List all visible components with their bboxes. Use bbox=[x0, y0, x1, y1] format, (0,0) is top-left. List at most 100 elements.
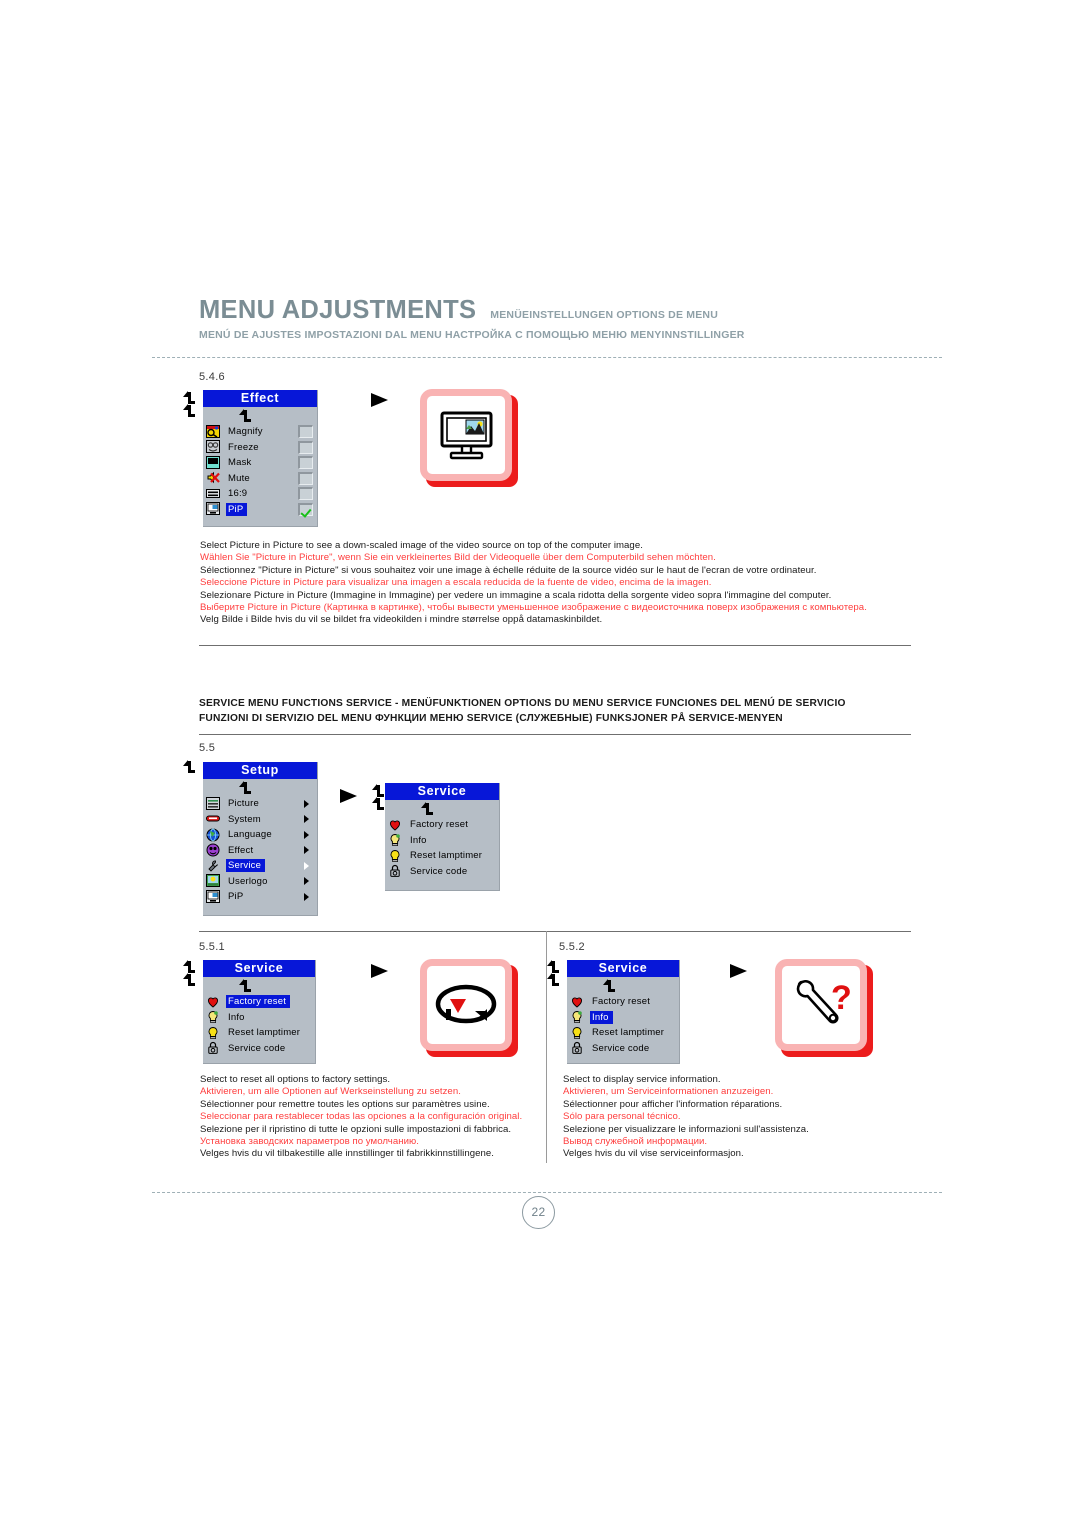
description-block-546: Select Picture in Picture to see a down-… bbox=[200, 540, 867, 627]
monitor-pip-icon bbox=[440, 411, 493, 460]
chevron-right-icon bbox=[304, 877, 309, 886]
divider-service-heading bbox=[199, 734, 911, 735]
osd-item-system[interactable]: System bbox=[203, 812, 317, 828]
description-line-it: Selezionare Picture in Picture (Immagine… bbox=[200, 589, 832, 601]
chevron-right-icon bbox=[304, 830, 309, 839]
osd-item-reset-lamptimer[interactable]: Reset lamptimer bbox=[385, 848, 499, 864]
return-arrow-icon[interactable] bbox=[371, 784, 384, 797]
flow-arrow-icon bbox=[371, 964, 388, 978]
description-line-fr: Sélectionner pour remettre toutes les op… bbox=[200, 1098, 490, 1110]
osd-item-service[interactable]: Service bbox=[203, 858, 317, 874]
osd-item-label: Factory reset bbox=[410, 819, 469, 831]
osd-item-label: Effect bbox=[228, 844, 254, 856]
osd-item-factory-reset[interactable]: Factory reset bbox=[203, 994, 315, 1010]
osd-item-reset-lamptimer[interactable]: Reset lamptimer bbox=[567, 1025, 679, 1041]
effect-icon bbox=[206, 843, 221, 857]
illustration-monitor-pip bbox=[420, 389, 518, 487]
description-line-de: Aktivieren, um alle Optionen auf Werksei… bbox=[200, 1086, 461, 1098]
header-primary-line: MENU ADJUSTMENTS MENÜEINSTELLUNGEN OPTIO… bbox=[199, 296, 911, 325]
lamptimer-icon bbox=[570, 1026, 585, 1040]
osd-item-picture[interactable]: Picture bbox=[203, 796, 317, 812]
divider-section-546-end bbox=[199, 645, 911, 646]
description-line-en: Select to display service information. bbox=[563, 1074, 721, 1085]
osd-menu-effect: Effect Magnify Freeze Mask Mute 16:9 PiP bbox=[203, 390, 318, 527]
checkbox-freeze[interactable] bbox=[298, 440, 313, 454]
return-arrow-icon[interactable] bbox=[182, 404, 195, 417]
service-wrench-icon bbox=[206, 859, 221, 873]
osd-item-effect[interactable]: Effect bbox=[203, 843, 317, 859]
info-bulb-icon bbox=[388, 833, 403, 847]
description-line-en: Select to reset all options to factory s… bbox=[200, 1074, 391, 1085]
page-number-badge: 22 bbox=[522, 1196, 555, 1229]
return-arrow-icon[interactable] bbox=[546, 960, 559, 973]
picture-icon bbox=[206, 796, 221, 811]
return-arrow-icon[interactable] bbox=[546, 973, 559, 986]
description-line-ru: Установка заводских параметров по умолча… bbox=[200, 1136, 419, 1148]
factory-reset-icon bbox=[570, 995, 585, 1009]
description-line-es: Sólo para personal técnico. bbox=[563, 1111, 681, 1123]
osd-item-userlogo[interactable]: Userlogo bbox=[203, 874, 317, 890]
checkbox-pip[interactable] bbox=[298, 502, 313, 516]
osd-item-info[interactable]: Info bbox=[385, 833, 499, 849]
osd-item-service-code[interactable]: Service code bbox=[385, 864, 499, 880]
svg-text:?: ? bbox=[831, 979, 852, 1017]
osd-item-label: System bbox=[228, 813, 261, 825]
return-arrow-icon[interactable] bbox=[182, 391, 195, 404]
osd-menu-service-55: Service Factory reset Info Reset lamptim… bbox=[385, 783, 500, 891]
service-menu-functions-heading: SERVICE MENU FUNCTIONS SERVICE - MENÜFUN… bbox=[199, 696, 846, 726]
illustration-factory-reset bbox=[420, 959, 518, 1057]
description-line-no: Velges hvis du vil vise serviceinformasj… bbox=[563, 1148, 744, 1160]
checkbox-mute[interactable] bbox=[298, 471, 313, 485]
osd-body-service: Factory reset Info Reset lamptimer Servi… bbox=[203, 977, 315, 1056]
osd-title-effect: Effect bbox=[203, 390, 317, 407]
return-arrow-icon[interactable] bbox=[182, 960, 195, 973]
osd-item-label: Reset lamptimer bbox=[228, 1027, 301, 1039]
return-arrow-icon[interactable] bbox=[182, 760, 195, 773]
osd-item-label: Mute bbox=[228, 472, 250, 484]
osd-item-language[interactable]: Language bbox=[203, 827, 317, 843]
osd-back-row[interactable] bbox=[203, 779, 317, 796]
osd-item-label: Language bbox=[228, 829, 272, 841]
return-arrow-icon[interactable] bbox=[371, 797, 384, 810]
freeze-icon bbox=[206, 440, 221, 454]
osd-menu-service-552: Service Factory reset Info Reset lamptim… bbox=[567, 960, 680, 1064]
flow-arrow-icon bbox=[371, 393, 388, 407]
osd-item-label: Freeze bbox=[228, 441, 259, 453]
osd-back-row[interactable] bbox=[203, 977, 315, 994]
osd-item-info[interactable]: Info bbox=[203, 1010, 315, 1026]
osd-title-service: Service bbox=[567, 960, 679, 977]
description-line-fr: Sélectionnez "Picture in Picture" si vou… bbox=[200, 564, 817, 576]
return-arrow-icon[interactable] bbox=[182, 973, 195, 986]
description-line-no: Velg Bilde i Bilde hvis du vil se bildet… bbox=[200, 614, 603, 626]
osd-item-info[interactable]: Info bbox=[567, 1010, 679, 1026]
osd-item-service-code[interactable]: Service code bbox=[203, 1041, 315, 1057]
osd-item-label: Userlogo bbox=[228, 875, 268, 887]
osd-item-reset-lamptimer[interactable]: Reset lamptimer bbox=[203, 1025, 315, 1041]
lamptimer-icon bbox=[206, 1026, 221, 1040]
osd-item-factory-reset[interactable]: Factory reset bbox=[567, 994, 679, 1010]
osd-item-label: 16:9 bbox=[228, 488, 248, 500]
osd-item-label: PiP bbox=[226, 502, 248, 516]
osd-item-pip[interactable]: PiP bbox=[203, 889, 317, 905]
checkbox-widescreen[interactable] bbox=[298, 487, 313, 500]
info-bulb-icon bbox=[206, 1010, 221, 1024]
wrench-question-icon: ? bbox=[796, 979, 852, 1024]
osd-back-row[interactable] bbox=[203, 407, 317, 424]
osd-back-row[interactable] bbox=[567, 977, 679, 994]
osd-back-row[interactable] bbox=[385, 800, 499, 817]
osd-item-label: Info bbox=[228, 1011, 245, 1023]
checkbox-magnify[interactable] bbox=[298, 425, 313, 438]
description-line-en: Select Picture in Picture to see a down-… bbox=[200, 540, 643, 551]
checkbox-mask[interactable] bbox=[298, 456, 313, 469]
section-number-546: 5.4.6 bbox=[199, 371, 225, 383]
osd-item-label: Mask bbox=[228, 457, 252, 469]
magnify-icon bbox=[206, 424, 221, 439]
info-bulb-icon bbox=[570, 1010, 585, 1024]
language-icon bbox=[206, 828, 221, 842]
osd-item-service-code[interactable]: Service code bbox=[567, 1041, 679, 1057]
flow-arrow-icon bbox=[340, 789, 357, 803]
illustration-service-info: ? bbox=[775, 959, 873, 1057]
chevron-right-icon bbox=[304, 815, 309, 824]
chevron-right-icon bbox=[304, 846, 309, 855]
osd-item-factory-reset[interactable]: Factory reset bbox=[385, 817, 499, 833]
